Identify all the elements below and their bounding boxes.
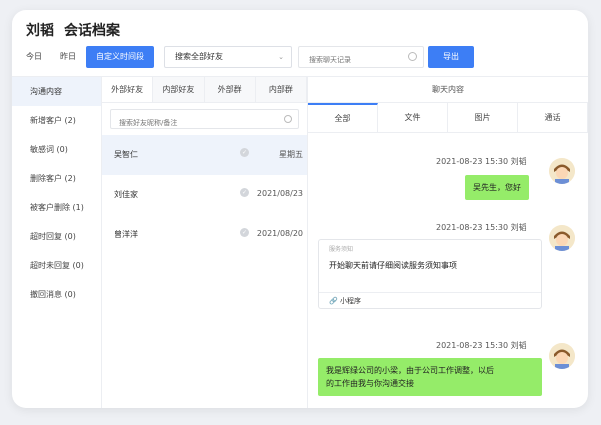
card-footer: 🔗 小程序 bbox=[319, 292, 541, 308]
sidebar-item-deleted-customers[interactable]: 删除客户 (2) bbox=[12, 164, 101, 193]
tab-images[interactable]: 图片 bbox=[448, 103, 518, 132]
check-icon: ✓ bbox=[240, 228, 249, 237]
today-button[interactable]: 今日 bbox=[18, 46, 50, 68]
friend-select[interactable]: 搜索全部好友 ⌄ bbox=[164, 46, 292, 68]
chat-header: 聊天内容 bbox=[308, 77, 588, 103]
tab-calls[interactable]: 通话 bbox=[518, 103, 588, 132]
contact-name: 刘佳家 bbox=[114, 190, 138, 199]
card-source: 服务须知 bbox=[329, 246, 354, 253]
link-icon: 🔗 bbox=[329, 297, 338, 305]
contact-date: 星期五 bbox=[279, 150, 303, 159]
message-bubble: 我是辉绿公司的小梁，由于公司工作调整，以后 的工作由我与你沟通交接 bbox=[318, 358, 542, 396]
contact-item[interactable]: 吴智仁 ✓ 星期五 bbox=[102, 135, 307, 175]
message-meta: 2021-08-23 15:30 刘韬 bbox=[436, 341, 527, 350]
message-meta: 2021-08-23 15:30 刘韬 bbox=[436, 223, 527, 232]
employee-name: 刘韬 bbox=[26, 23, 54, 39]
contact-panel: 外部好友 内部好友 外部群 内部群 吴智仁 ✓ 星期五 刘佳家 ✓ 2021/0… bbox=[102, 77, 308, 408]
message-meta: 2021-08-23 15:30 刘韬 bbox=[436, 157, 527, 166]
page-title-text: 会话档案 bbox=[64, 23, 120, 39]
friend-search-input[interactable] bbox=[111, 114, 298, 132]
friend-select-value: 搜索全部好友 bbox=[175, 52, 223, 61]
tab-all[interactable]: 全部 bbox=[308, 103, 378, 132]
search-icon bbox=[408, 52, 417, 61]
conversation-archive-panel: 刘韬 会话档案 今日 昨日 自定义时间段 搜索全部好友 ⌄ 导出 沟通内容 新增… bbox=[12, 10, 588, 408]
tab-external-friends[interactable]: 外部好友 bbox=[102, 77, 154, 102]
toolbar: 今日 昨日 自定义时间段 搜索全部好友 ⌄ 导出 bbox=[18, 45, 474, 70]
avatar bbox=[549, 158, 575, 184]
contact-date: 2021/08/20 bbox=[256, 229, 303, 238]
yesterday-button[interactable]: 昨日 bbox=[52, 46, 84, 68]
friend-search[interactable] bbox=[110, 109, 299, 132]
sidebar-item-communication[interactable]: 沟通内容 bbox=[12, 77, 101, 106]
main-body: 沟通内容 新增客户 (2) 敏感词 (0) 删除客户 (2) 被客户删除 (1)… bbox=[12, 76, 588, 408]
sidebar-item-timeout-reply[interactable]: 超时回复 (0) bbox=[12, 222, 101, 251]
message-text-line: 的工作由我与你沟通交接 bbox=[326, 379, 414, 388]
custom-range-button[interactable]: 自定义时间段 bbox=[86, 46, 154, 68]
mini-program-card[interactable]: 服务须知 开始聊天前请仔细阅读服务须知事项 🔗 小程序 bbox=[318, 239, 542, 309]
chat-panel: 聊天内容 全部 文件 图片 通话 2021-08-23 15:30 刘韬 吴先生… bbox=[308, 77, 588, 408]
contact-name: 吴智仁 bbox=[114, 150, 138, 159]
chat-tabs: 全部 文件 图片 通话 bbox=[308, 103, 588, 133]
contact-item[interactable]: 刘佳家 ✓ 2021/08/23 bbox=[102, 175, 307, 215]
contact-name: 曾洋洋 bbox=[114, 230, 138, 239]
message-bubble: 吴先生，您好 bbox=[465, 175, 529, 200]
card-footer-label: 小程序 bbox=[339, 297, 361, 305]
contact-date: 2021/08/23 bbox=[256, 189, 303, 198]
contact-item[interactable]: 曾洋洋 ✓ 2021/08/20 bbox=[102, 215, 307, 255]
card-text: 开始聊天前请仔细阅读服务须知事项 bbox=[329, 261, 457, 270]
sidebar-item-timeout-no-reply[interactable]: 超时未回复 (0) bbox=[12, 251, 101, 280]
category-sidebar: 沟通内容 新增客户 (2) 敏感词 (0) 删除客户 (2) 被客户删除 (1)… bbox=[12, 77, 102, 408]
check-icon: ✓ bbox=[240, 148, 249, 157]
message-text-line: 我是辉绿公司的小梁，由于公司工作调整，以后 bbox=[326, 366, 494, 375]
sidebar-item-sensitive-words[interactable]: 敏感词 (0) bbox=[12, 135, 101, 164]
sidebar-item-new-customers[interactable]: 新增客户 (2) bbox=[12, 106, 101, 135]
export-button[interactable]: 导出 bbox=[428, 46, 474, 68]
contact-tabs: 外部好友 内部好友 外部群 内部群 bbox=[102, 77, 307, 103]
check-icon: ✓ bbox=[240, 188, 249, 197]
chevron-down-icon: ⌄ bbox=[278, 53, 284, 61]
chat-search[interactable] bbox=[298, 46, 424, 70]
chat-search-input[interactable] bbox=[299, 50, 423, 70]
sidebar-item-deleted-by-customer[interactable]: 被客户删除 (1) bbox=[12, 193, 101, 222]
tab-internal-groups[interactable]: 内部群 bbox=[256, 77, 307, 102]
avatar bbox=[549, 225, 575, 251]
search-icon bbox=[284, 115, 292, 123]
page-title: 刘韬 会话档案 bbox=[26, 20, 120, 40]
tab-files[interactable]: 文件 bbox=[378, 103, 448, 132]
tab-external-groups[interactable]: 外部群 bbox=[205, 77, 256, 102]
sidebar-item-recalled-messages[interactable]: 撤回消息 (0) bbox=[12, 280, 101, 309]
avatar bbox=[549, 343, 575, 369]
tab-internal-friends[interactable]: 内部好友 bbox=[153, 77, 205, 102]
